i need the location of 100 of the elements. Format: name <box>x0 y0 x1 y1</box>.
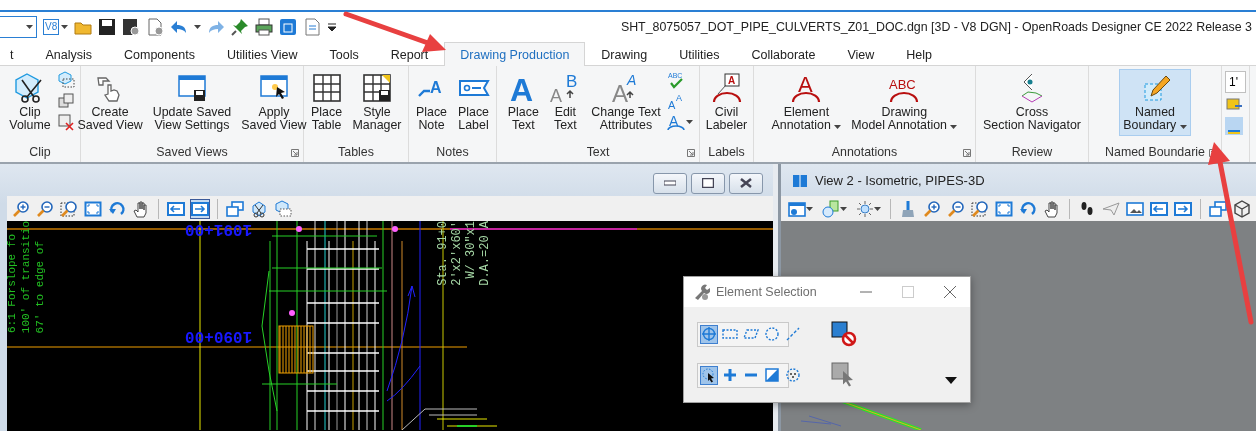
dialog-launcher-icon[interactable] <box>687 149 695 157</box>
group-label: Review <box>1011 145 1053 159</box>
dialog-launcher-icon[interactable] <box>291 149 299 157</box>
close-icon[interactable] <box>944 286 956 298</box>
station-label: 1091+00 <box>185 221 253 237</box>
ribbon-tab[interactable]: View <box>831 42 891 66</box>
caret-icon <box>61 25 69 29</box>
ribbon-tab[interactable]: Utilities View <box>210 42 314 66</box>
arrow-right-tool[interactable] <box>190 198 210 219</box>
save-icon[interactable] <box>98 18 117 36</box>
ribbon-small-button[interactable]: A <box>666 113 693 131</box>
ribbon-button[interactable]: ABC Drawing Model Annotation <box>847 69 962 136</box>
maximize-button[interactable] <box>691 172 725 194</box>
ribbon-button[interactable]: A Place Text <box>503 69 544 136</box>
caret-icon[interactable] <box>194 25 202 29</box>
maximize-icon <box>702 178 714 188</box>
ribbon-tab[interactable]: Analysis <box>29 42 109 66</box>
ribbon-button[interactable]: A B Edit Text <box>545 69 586 136</box>
picture-window-icon <box>1126 199 1144 218</box>
selection-mode-button[interactable] <box>700 365 718 385</box>
group-label: Tables <box>338 145 374 159</box>
scale-field[interactable]: 1' <box>1225 71 1246 93</box>
ribbon-button[interactable]: Update Saved View Settings <box>148 69 236 136</box>
group-label: Labels <box>708 145 745 159</box>
ribbon-small-button[interactable] <box>56 113 75 131</box>
dashed-circle-icon <box>764 326 780 342</box>
callout-text: D.A.=20 A <box>479 221 491 286</box>
callout-text: 2'x2'x60' <box>451 221 463 286</box>
cursor-icon <box>701 367 717 383</box>
ruler-icon[interactable] <box>1225 117 1243 135</box>
windows-icon[interactable] <box>279 18 298 36</box>
group-label: Text <box>586 145 610 159</box>
ribbon-tab[interactable]: Utilities <box>663 42 736 66</box>
ribbon-tab[interactable]: Components <box>108 42 211 66</box>
view-attributes-icon <box>787 199 806 218</box>
save-settings-icon[interactable] <box>122 18 141 36</box>
rotate-icon <box>108 199 126 218</box>
dashed-line-icon <box>785 326 801 342</box>
copy-view-tool[interactable] <box>225 198 245 219</box>
hand-icon <box>1043 199 1061 218</box>
scissors-icon <box>250 199 268 218</box>
window-floppy-icon <box>176 72 208 104</box>
close-button[interactable] <box>729 172 763 194</box>
ribbon-button[interactable]: Clip Volume <box>5 69 55 136</box>
letter-icon: A <box>507 72 540 104</box>
zoom-in-tool[interactable] <box>11 198 31 219</box>
callout-text: Sta. 91+0 <box>437 221 449 286</box>
callout-text: W/ 30"x1 <box>465 221 477 279</box>
brush-icon <box>899 199 917 218</box>
ribbon-small-button[interactable] <box>56 71 75 89</box>
zoom-window-tool[interactable] <box>59 198 79 219</box>
table-floppy-icon <box>361 72 393 104</box>
shapes-tool[interactable] <box>819 198 849 219</box>
cube-tool[interactable] <box>1232 198 1252 219</box>
zoom-out-tool[interactable] <box>35 198 55 219</box>
ribbon-button[interactable]: Cross Section Navigator <box>979 69 1085 136</box>
caret-icon <box>950 125 958 129</box>
cube-select-icon <box>56 71 75 89</box>
group-label: Saved Views <box>156 145 228 159</box>
hexagon-tool[interactable] <box>273 198 293 219</box>
ribbon-small-button[interactable] <box>56 92 75 110</box>
customize-icon[interactable] <box>327 22 338 32</box>
ribbon-button[interactable]: Place Label <box>453 69 494 136</box>
dialog-launcher-icon[interactable] <box>963 149 971 157</box>
ribbon-button[interactable]: A Element Annotation <box>767 69 846 136</box>
ribbon-tab[interactable]: t <box>0 42 30 66</box>
ribbon-tab[interactable]: Drawing <box>585 42 664 66</box>
hand-icon <box>132 199 150 218</box>
ribbon-tab[interactable]: Help <box>890 42 949 66</box>
cubes-icon <box>56 92 75 110</box>
arrow-left-icon <box>167 199 185 218</box>
note-text: 100' of transitio <box>21 221 32 333</box>
ribbon-button[interactable]: A Civil Labeler <box>701 69 752 136</box>
table-grid-icon <box>310 72 343 104</box>
pin-icon[interactable] <box>231 18 250 36</box>
group-label: Notes <box>436 145 469 159</box>
caret-icon <box>805 206 813 211</box>
no-entry-square-icon[interactable] <box>831 321 857 347</box>
caret-icon <box>839 206 847 211</box>
ribbon-tab[interactable]: Collaborate <box>735 42 832 66</box>
paper-plane-icon <box>1102 199 1120 218</box>
ribbon-tab[interactable]: Drawing Production <box>444 42 586 66</box>
style-combo[interactable] <box>0 16 37 38</box>
ribbon-button[interactable]: A Place Note <box>411 69 452 136</box>
dialog-title: Element Selection <box>716 285 817 299</box>
zoom-out-tool[interactable] <box>946 198 966 219</box>
ribbon-button[interactable]: Style Manager <box>348 69 406 136</box>
printer-icon[interactable] <box>255 18 274 36</box>
ribbon-tab[interactable]: Tools <box>313 42 375 66</box>
ribbon-button[interactable]: Create Saved View <box>73 69 147 136</box>
document-gear-icon[interactable] <box>146 18 165 36</box>
ribbon-button[interactable]: Named Boundary <box>1119 69 1191 136</box>
crosshair-icon <box>701 326 717 342</box>
copy-view-tool[interactable] <box>1208 198 1228 219</box>
redo-icon[interactable] <box>207 18 226 36</box>
ribbon-tab[interactable]: Report <box>374 42 445 66</box>
zoom-in-tool[interactable] <box>922 198 942 219</box>
zoom-window-tool[interactable] <box>970 198 990 219</box>
caret-icon[interactable] <box>945 376 957 384</box>
caret-icon <box>873 206 881 211</box>
